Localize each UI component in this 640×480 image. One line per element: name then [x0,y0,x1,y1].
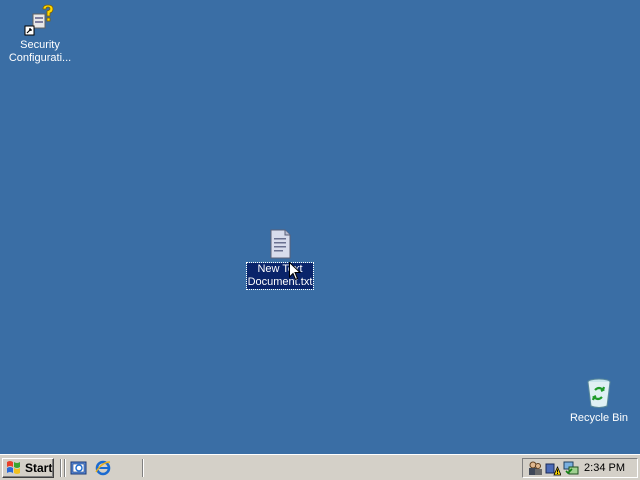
network-connection-icon[interactable] [563,460,579,476]
desktop-icon-label: New Text Document.txt [245,262,315,290]
mouse-cursor-icon [289,262,301,281]
recycle-bin-icon [583,377,615,409]
windows-logo-icon [6,460,22,477]
start-label: Start [25,461,53,475]
system-tray: 2:34 PM [522,458,638,478]
desktop-icon-new-text-document[interactable]: New Text Document.txt [242,228,318,290]
desktop-icon-label: Recycle Bin [569,412,629,424]
security-config-shortcut-icon [24,4,56,36]
taskbar-separator [142,459,144,477]
desktop-icon-security-configuration[interactable]: Security Configurati... [2,4,78,65]
desktop[interactable]: Security Configurati... New Text Documen… [0,0,640,454]
text-document-icon [264,228,296,260]
security-warning-icon[interactable] [545,460,562,476]
start-button[interactable]: Start [2,458,54,478]
desktop-icon-label: Security Configurati... [8,39,72,64]
taskbar-separator [60,459,62,477]
show-desktop-icon[interactable] [70,459,88,477]
quick-launch-grip[interactable] [64,459,66,477]
taskbar-clock[interactable]: 2:34 PM [584,462,625,474]
taskbar: Start 2:34 PM [0,454,640,480]
network-users-icon[interactable] [527,460,543,476]
internet-explorer-icon[interactable] [94,459,112,477]
desktop-icon-recycle-bin[interactable]: Recycle Bin [561,377,637,425]
